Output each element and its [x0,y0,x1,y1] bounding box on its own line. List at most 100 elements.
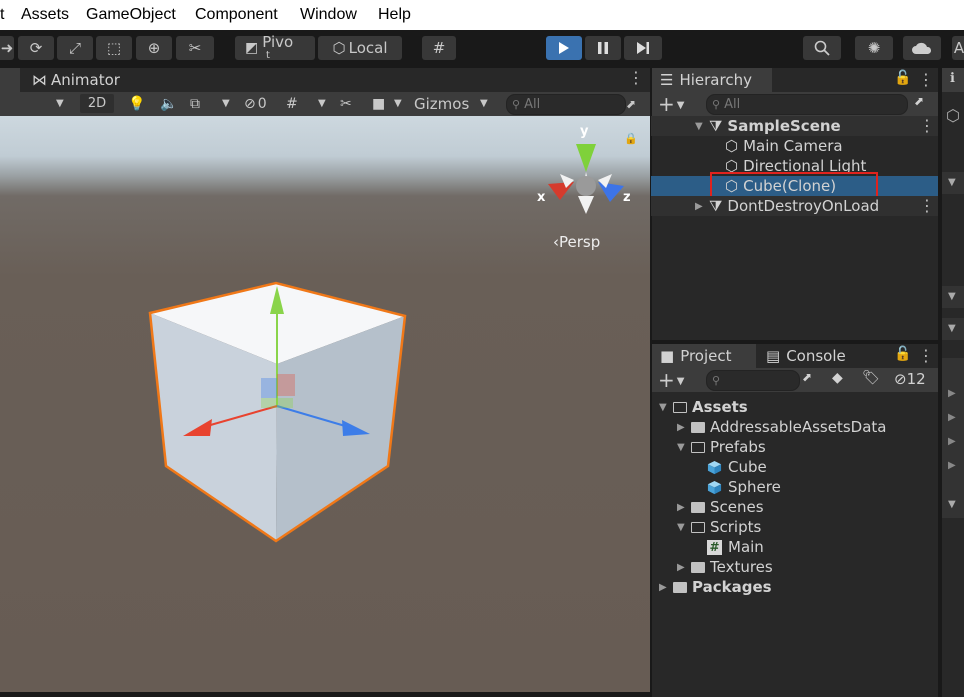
tab-scene[interactable] [0,68,20,92]
folder-open-icon [691,521,705,533]
project-search-expand-button[interactable]: ⬈ [802,370,812,384]
inspector-component-header[interactable]: ▼ [942,318,964,340]
animator-tab-label: Animator [51,71,120,89]
gizmos-dropdown[interactable]: ▼ [480,93,488,114]
expand-icon: ⬈ [802,370,813,384]
hierarchy-search-placeholder: All [724,97,741,112]
hidden-packages-toggle[interactable]: ⊘12 [894,370,926,388]
project-item-packages[interactable]: ▶ Packages [651,577,938,597]
menu-help[interactable]: Help [378,6,411,24]
scene-tab-bar: ⋈ Animator ⋮ [0,68,650,92]
project-item-scripts[interactable]: ▼ Scripts [651,517,938,537]
hierarchy-lock-icon[interactable]: 🔓 [894,70,911,86]
tools-icon: ✂ [188,39,202,57]
tab-animator[interactable]: ⋈ Animator [22,68,122,92]
hierarchy-tab-label: Hierarchy [679,71,752,89]
services-button[interactable]: ✺ [855,36,893,60]
effects-icon: ⧉ [190,95,200,112]
tab-console[interactable]: ▤ Console [758,344,868,368]
pivot-label: Pivo [262,33,294,51]
create-button[interactable]: + ▼ [658,92,684,116]
hierarchy-menu-icon[interactable]: ⋮ [918,70,934,89]
collapse-arrow-icon[interactable]: ▶ [948,460,956,471]
local-toggle[interactable]: ⬡ Local [318,36,402,60]
project-item-prefabs[interactable]: ▼ Prefabs [651,437,938,457]
pivot-toggle[interactable]: ◩ Pivo t [235,33,315,61]
csharp-script-icon: # [707,539,722,555]
orientation-gizmo[interactable] [548,144,624,214]
gizmos-button[interactable]: Gizmos [414,93,469,114]
inspector-component-header[interactable]: ▼ [942,286,964,308]
expand-arrow-icon: ▼ [677,521,685,533]
filter-by-type-button[interactable]: ◆ [832,370,843,386]
custom-tool-button[interactable]: ✂ [176,36,214,60]
project-item-scenes[interactable]: ▶ Scenes [651,497,938,517]
effects-dropdown[interactable]: ▼ [222,93,230,114]
scene-panel-menu-icon[interactable]: ⋮ [628,68,644,87]
rect-tool-button[interactable]: ⬚ [96,36,132,60]
hierarchy-search-input[interactable]: ⚲ All [706,94,908,115]
project-item-addressableassetsdata[interactable]: ▶ AddressableAssetsData [651,417,938,437]
scene-search-expand-button[interactable]: ⬈ [626,93,636,114]
grid-snap-button[interactable]: # [422,36,456,60]
menu-edit-fragment[interactable]: t [0,6,4,24]
filter-by-label-button[interactable]: 🏷 [862,370,880,386]
effects-toggle[interactable]: ⧉ [190,93,200,114]
hierarchy-item-dontdestroyonload[interactable]: ▶ ⧩ DontDestroyOnLoad ⋮ [651,196,938,216]
collapse-arrow-icon[interactable]: ▶ [948,436,956,447]
tab-project[interactable]: ■ Project [652,344,756,368]
hierarchy-item-samplescene[interactable]: ▼ ⧩ SampleScene ⋮ [651,116,938,136]
project-item-main-script[interactable]: # Main [651,537,938,557]
folder-open-icon [673,401,687,413]
list-icon: ☰ [660,71,674,89]
projection-label[interactable]: ‹Persp [553,233,600,251]
step-button[interactable] [624,36,662,60]
scale-tool-button[interactable]: ⤢ [57,36,93,60]
project-item-assets[interactable]: ▼ Assets [651,397,938,417]
inspector-component-header[interactable]: ▼ [942,172,964,194]
hidden-objects-toggle[interactable]: ⊘ 0 [244,93,267,114]
grid-dropdown[interactable]: ▼ [318,93,326,114]
menu-component[interactable]: Component [195,6,278,24]
collapse-arrow-icon[interactable]: ▶ [948,388,956,399]
camera-toggle[interactable]: ■ [372,93,385,114]
play-button[interactable] [546,36,582,60]
project-create-button[interactable]: + ▼ [658,368,684,392]
project-lock-icon[interactable]: 🔓 [894,346,911,362]
project-item-label: Sphere [728,478,781,496]
scene-menu-icon[interactable]: ⋮ [919,196,935,215]
tools-toggle[interactable]: ✂ [340,93,352,114]
lock-icon[interactable]: 🔒 [624,132,638,145]
tab-inspector[interactable]: ℹ [942,68,964,92]
audio-toggle[interactable]: 🔈 [160,93,177,114]
project-item-textures[interactable]: ▶ Textures [651,557,938,577]
pause-button[interactable] [585,36,621,60]
lighting-toggle[interactable]: 💡 [128,93,145,114]
menu-assets[interactable]: Assets [21,6,69,24]
draw-mode-dropdown[interactable]: ▼ [56,93,64,114]
project-item-sphere-prefab[interactable]: Sphere [651,477,938,497]
inspector-component-header[interactable]: ▼ [942,494,964,516]
project-search-input[interactable]: ⚲ [706,370,800,391]
search-button[interactable] [803,36,841,60]
camera-dropdown[interactable]: ▼ [394,93,402,114]
project-menu-icon[interactable]: ⋮ [918,346,934,365]
account-button[interactable]: A [952,36,964,60]
mode-2d-toggle[interactable]: 2D [80,94,114,113]
hierarchy-search-expand-button[interactable]: ⬈ [914,94,924,108]
menu-window[interactable]: Window [300,6,357,24]
cloud-button[interactable] [903,36,941,60]
scene-search-input[interactable]: ⚲ All [506,94,626,115]
move-tool-button[interactable]: ➜ [0,36,14,60]
grid-toggle[interactable]: # [286,93,298,114]
scene-view[interactable]: y x z 🔒 ‹Persp [0,116,650,692]
rotate-tool-button[interactable]: ⟳ [18,36,54,60]
collapse-arrow-icon[interactable]: ▶ [948,412,956,423]
tab-hierarchy[interactable]: ☰ Hierarchy [652,68,772,92]
tools-icon: ✂ [340,95,352,112]
transform-tool-button[interactable]: ⊕ [136,36,172,60]
menu-gameobject[interactable]: GameObject [86,6,176,24]
scene-menu-icon[interactable]: ⋮ [919,116,935,135]
project-item-cube-prefab[interactable]: Cube [651,457,938,477]
hierarchy-item-main-camera[interactable]: ⬡ Main Camera [651,136,938,156]
